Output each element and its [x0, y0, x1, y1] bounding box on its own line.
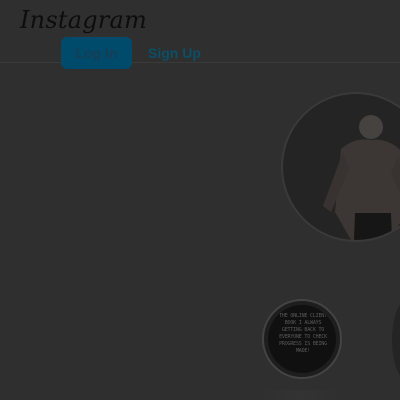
header: Instagram Log In Sign Up — [0, 0, 400, 69]
story-highlight-cover: THE ONLINE CLIENT BOOK I ALWAYS GETTING … — [268, 305, 336, 373]
profile-avatar[interactable] — [281, 92, 400, 242]
page: Instagram Log In Sign Up THE ONLINE CLIE… — [0, 0, 400, 400]
next-story-highlight[interactable] — [392, 300, 400, 380]
story-highlight-caption: THE ONLINE CLIENT BOOK I ALWAYS GETTING … — [279, 313, 327, 354]
profile-photo — [283, 94, 400, 240]
story-highlight[interactable]: THE ONLINE CLIENT BOOK I ALWAYS GETTING … — [262, 299, 342, 379]
login-button[interactable]: Log In — [61, 37, 132, 69]
instagram-logo[interactable]: Instagram — [20, 2, 147, 38]
bottom-fade — [260, 390, 340, 400]
signup-link[interactable]: Sign Up — [148, 45, 201, 61]
